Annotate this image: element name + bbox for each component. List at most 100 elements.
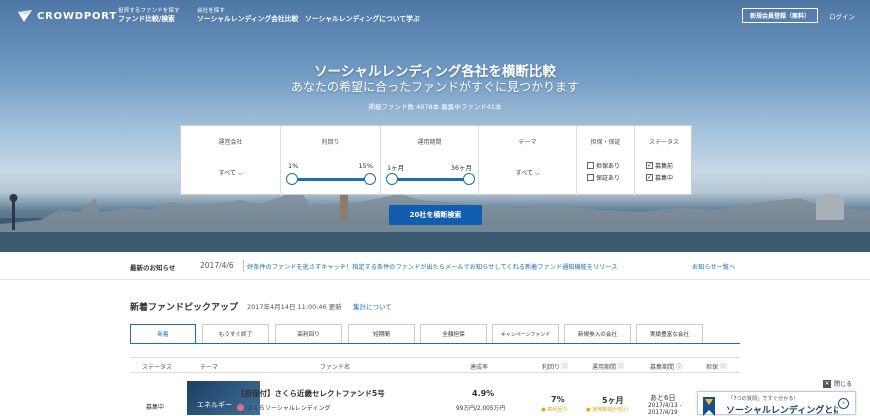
tab-short-term[interactable]: 短期間 [348, 324, 415, 344]
column-theme: テーマ [200, 364, 219, 371]
theme-select[interactable]: すべて ⌵ [479, 168, 576, 178]
column-yield[interactable]: 利回り ⓘ [542, 362, 568, 371]
news-link[interactable]: 好条件のファンドを逃さずキャッチ！指定する条件のファンドが出たらメールでお知らせ… [247, 262, 617, 271]
checkbox-box [587, 162, 594, 169]
rate-filter-header: 利回り [321, 139, 340, 146]
period-min-label: 1ヶ月 [387, 164, 405, 172]
period-min-handle[interactable] [386, 173, 398, 185]
column-achievement: 達成率 [470, 364, 489, 371]
chevron-down-icon: ⌵ [534, 170, 540, 177]
row-amount: 99万円/2,005万円 [456, 406, 506, 412]
row-status: 募集中 [146, 404, 165, 411]
open-checkbox[interactable]: ✓ 募集中 [646, 173, 673, 182]
high-yield-badge: ● 高利回り [541, 407, 568, 413]
fund-company-name: さくらソーシャルレンディング [247, 405, 331, 412]
search-panel: 運営会社 すべて ⌵ 利回り 1% 15% 運用期間 1ヶ月 36ヶ月 テーマ … [180, 125, 692, 196]
top-navigation-bar: CROWDPORT 投資するファンドを探す ファンド比較/検索 会社を探す ソー… [0, 0, 870, 34]
column-recruit-period[interactable]: 募集期間 ⓘ [650, 362, 682, 371]
tab-new-companies[interactable]: 新規参入の会社 [564, 324, 631, 344]
rate-min-label: 1% [288, 162, 299, 170]
tab-new[interactable]: 新着 [130, 324, 196, 344]
tab-campaign[interactable]: キャンペーンファンド [492, 324, 559, 344]
nav-company-compare[interactable]: 会社を探す ソーシャルレンディング会社比較 [197, 7, 298, 23]
collateral-label: 担保あり [596, 163, 621, 170]
period-max-label: 36ヶ月 [450, 164, 472, 172]
column-status: ステータス [142, 364, 173, 371]
company-select-value: すべて [218, 170, 236, 177]
rate-filter: 利回り 1% 15% [281, 126, 381, 196]
news-label: 最新のお知らせ [130, 264, 176, 272]
period-slider-track[interactable] [393, 178, 469, 181]
fund-company[interactable]: さくらソーシャルレンディング [237, 403, 330, 412]
column-collateral[interactable]: 担保 ⓘ [706, 362, 726, 371]
register-button[interactable]: 新規会員登録（無料） [742, 8, 818, 23]
nav-fund-search[interactable]: 投資するファンドを探す ファンド比較/検索 [118, 7, 180, 23]
tab-ending-soon[interactable]: もうすぐ終了 [202, 324, 269, 344]
row-theme: エネルギー [197, 401, 232, 409]
row-dates-end: 2017/4/19 [648, 410, 678, 416]
tab-full-collateral[interactable]: 全額担保 [420, 324, 487, 344]
fund-table-header: ステータス テーマ ファンド名 達成率 利回り ⓘ 運用期間 ⓘ 募集期間 ⓘ … [130, 357, 740, 373]
popup-close-button[interactable]: ✕ 閉じる [823, 379, 852, 388]
row-achievement: 4.9% [472, 389, 495, 398]
chevron-down-icon: ⌵ [237, 170, 243, 177]
table-row[interactable]: 募集中 エネルギー 【担保付】さくら近畿セレクトファンド5号 さくらソーシャルレ… [130, 373, 740, 416]
column-recruit-period-label: 募集期間 [650, 364, 675, 371]
collateral-checkbox[interactable]: 担保あり [587, 161, 620, 170]
status-filter-header: ステータス [648, 139, 679, 146]
short-period-badge: ● 運用期間が短い [586, 407, 629, 413]
news-date: 2017/4/6 [200, 261, 234, 270]
company-filter-header: 運営会社 [218, 139, 243, 146]
tab-high-yield[interactable]: 高利回り [275, 324, 342, 344]
news-divider [243, 260, 244, 272]
company-select[interactable]: すべて ⌵ [181, 168, 280, 178]
period-max-handle[interactable] [463, 173, 475, 185]
guarantee-filter-header: 担保・保証 [590, 139, 621, 146]
guarantee-filter: 担保・保証 担保あり 保証あり [577, 126, 635, 196]
nav-company-compare-caption: 会社を探す [197, 8, 225, 14]
before-open-label: 募集前 [655, 163, 674, 170]
info-icon: ⓘ [719, 364, 726, 371]
column-collateral-label: 担保 [706, 364, 719, 371]
tab-established-companies[interactable]: 実績豊富な会社 [636, 324, 703, 344]
info-icon: ⓘ [675, 364, 682, 371]
popup-caption: 「7つの質問」ですぐ分かる！ [728, 396, 799, 402]
rate-max-handle[interactable] [364, 173, 376, 185]
before-open-checkbox[interactable]: ✓ 募集前 [646, 161, 673, 170]
news-bar: 最新のお知らせ 2017/4/6 好条件のファンドを逃さずキャッチ！指定する条件… [0, 252, 870, 280]
theme-filter: テーマ すべて ⌵ [479, 126, 577, 196]
rate-max-label: 15% [358, 162, 373, 170]
rate-min-handle[interactable] [286, 173, 298, 185]
guarantee-checkbox[interactable]: 保証あり [587, 173, 620, 182]
row-yield: 7% [551, 395, 565, 404]
row-period: 5ヶ月 [602, 396, 624, 405]
open-label: 募集中 [655, 175, 674, 182]
aggregation-link[interactable]: 集計について [353, 301, 392, 311]
fund-name-link[interactable]: 【担保付】さくら近畿セレクトファンド5号 [237, 388, 385, 399]
column-fund-name: ファンド名 [320, 364, 351, 371]
cross-search-button[interactable]: 20社を横断検索 [389, 205, 482, 225]
learn-popup[interactable]: 「7つの質問」ですぐ分かる！ ソーシャルレンディングとは？ › [697, 391, 856, 416]
bookmark-icon [703, 397, 715, 416]
crowdport-logo[interactable]: CROWDPORT [18, 10, 117, 22]
period-filter-header: 運用期間 [417, 139, 442, 146]
nav-learn-label: ソーシャルレンディングについて学ぶ [305, 15, 420, 23]
nav-learn[interactable]: ソーシャルレンディングについて学ぶ [305, 15, 420, 23]
check-icon: ✓ [646, 162, 653, 169]
news-list-link[interactable]: お知らせ一覧へ [692, 262, 735, 271]
rate-slider-track[interactable] [293, 178, 371, 181]
column-period[interactable]: 運用期間 ⓘ [592, 362, 624, 371]
popup-close-label: 閉じる [834, 381, 853, 388]
guarantee-label: 保証あり [596, 175, 621, 182]
hero-title: ソーシャルレンディング各社を横断比較 [314, 64, 556, 80]
company-filter: 運営会社 すべて ⌵ [181, 126, 281, 196]
popup-title: ソーシャルレンディングとは？ [726, 406, 838, 416]
period-filter: 運用期間 1ヶ月 36ヶ月 [381, 126, 479, 196]
row-remaining: あと6日 [650, 394, 676, 402]
info-icon: ⓘ [617, 364, 624, 371]
fund-counts: 掲載ファンド数 4978本 募集中ファンド41本 [368, 103, 502, 111]
login-link[interactable]: ログイン [829, 11, 855, 21]
nav-fund-search-label: ファンド比較/検索 [118, 15, 175, 23]
pickup-title: 新着ファンドピックアップ [130, 303, 239, 313]
column-period-label: 運用期間 [592, 364, 617, 371]
